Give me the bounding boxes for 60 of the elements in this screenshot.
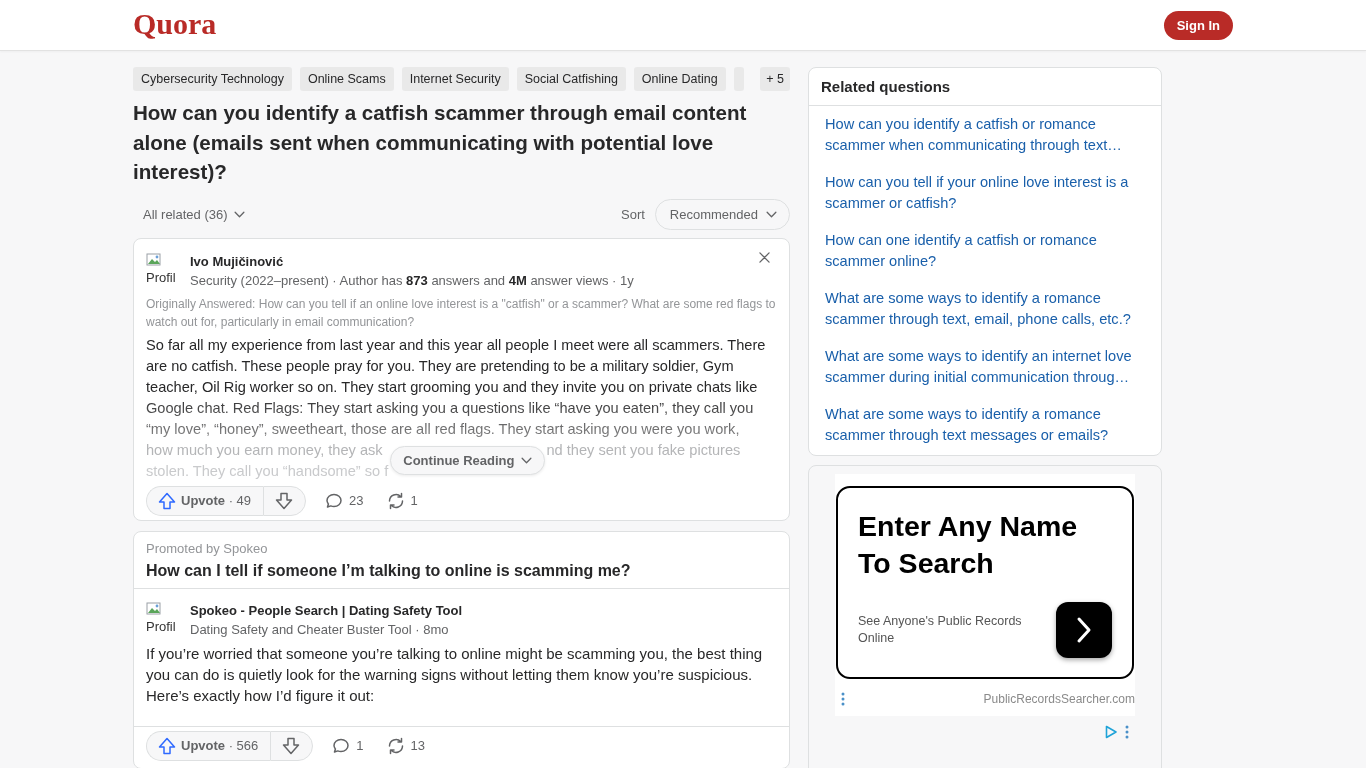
chevron-down-icon bbox=[766, 211, 777, 218]
upvote-arrow-icon bbox=[157, 735, 177, 756]
original-question-note: Originally Answered: How can you tell if an online love interest is a "catfish" or a scammer? What are some red flags to watch out for, particularly in email communication? bbox=[146, 295, 777, 331]
all-related-dropdown[interactable]: All related (36) bbox=[133, 207, 245, 222]
related-questions-heading: Related questions bbox=[809, 68, 1161, 106]
broken-image-icon bbox=[146, 251, 162, 268]
author-tagline: Dating Safety and Cheater Buster Tool · 8mo bbox=[190, 620, 449, 639]
question-title: How can you identify a catfish scammer through email content alone (emails sent when communicating with potential love interest)? bbox=[133, 100, 748, 185]
ad-banner[interactable]: Enter Any Name To Search See Anyone's Public Records Online bbox=[836, 486, 1134, 679]
ad-arrow-button[interactable] bbox=[1056, 602, 1112, 658]
sign-in-button[interactable]: Sign In bbox=[1163, 10, 1233, 40]
site-logo[interactable]: Quora bbox=[133, 9, 217, 39]
play-triangle-icon[interactable] bbox=[1105, 725, 1117, 739]
topic-tag[interactable]: Online Scams bbox=[299, 67, 394, 91]
sort-label: Sort bbox=[621, 207, 645, 222]
downvote-arrow-icon bbox=[281, 735, 302, 756]
author-credential: Security (2022–present) · Author has 873 answers and 4M answer views · 1y bbox=[190, 271, 634, 290]
vertical-dots-icon[interactable] bbox=[841, 692, 845, 706]
upvote-arrow-icon bbox=[157, 490, 177, 511]
upvote-button[interactable]: Upvote · 49 bbox=[146, 485, 264, 516]
downvote-button[interactable] bbox=[263, 485, 307, 516]
continue-reading-button[interactable]: Continue Reading bbox=[390, 446, 545, 475]
related-question-link[interactable]: What are some ways to identify an internet love scammer during initial communication throug… bbox=[809, 338, 1161, 396]
comment-button[interactable]: 1 bbox=[327, 735, 368, 756]
author-name[interactable]: Ivo Mujičinović bbox=[190, 251, 284, 271]
ad-subtext: See Anyone's Public Records Online bbox=[858, 613, 1023, 647]
related-question-link[interactable]: What are some ways to identify a romance scammer through text, email, phone calls, etc.? bbox=[809, 280, 1161, 338]
ad-headline: Enter Any Name To Search bbox=[858, 509, 1079, 581]
related-question-link[interactable]: What are some ways to identify a romance scammer through text messages or emails? bbox=[809, 396, 1161, 454]
ad-domain[interactable]: PublicRecordsSearcher.com bbox=[983, 692, 1135, 706]
author-name[interactable]: Spokeo - People Search | Dating Safety Tool bbox=[190, 600, 463, 620]
topic-tag[interactable]: Social Catfishing bbox=[516, 67, 626, 91]
related-question-link[interactable]: How can one identify a catfish or romance scammer online? bbox=[809, 222, 1161, 280]
related-question-link[interactable]: How can you tell if your online love interest is a scammer or catfish? bbox=[809, 164, 1161, 222]
more-topics-tag[interactable]: + 5 bbox=[760, 67, 790, 91]
topic-tag[interactable]: Cybersecurity Technology bbox=[133, 67, 292, 91]
topic-tag[interactable]: Online Dating bbox=[633, 67, 726, 91]
share-button[interactable]: 1 bbox=[381, 490, 422, 511]
upvote-button[interactable]: Upvote · 566 bbox=[146, 730, 271, 761]
chevron-down-icon bbox=[233, 211, 245, 218]
related-question-link[interactable]: How can you identify a catfish or romance scammer when communicating through text… bbox=[809, 106, 1161, 164]
close-icon[interactable] bbox=[759, 251, 770, 263]
share-button[interactable]: 13 bbox=[381, 735, 429, 756]
chevron-right-icon bbox=[1076, 616, 1092, 644]
faded-answer-text: nd they sent you fake pictures bbox=[546, 440, 742, 460]
avatar-alt-text: Profil bbox=[146, 618, 176, 634]
downvote-button[interactable] bbox=[270, 730, 314, 761]
answer-text: So far all my experience from last year and this year all people I meet were all scammers. There are no catfish. These people pray for you. They are pretending to be a military soldier, Gym teacher, Oil Rig worker so on. They start grooming you and they invite you on private chats like Google chat. Red Flags: They start asking you a questions like “have you eaten”, they call you “my love”, “honey”, sweetheart, those are all red flags. They start asking you were you work, bbox=[146, 335, 767, 439]
promoted-answer-text: If you’re worried that someone you’re talking to online might be scamming you, the best thing you can do is quietly look for the warning signs without letting them know you’re suspicious. Here’s exactly how I’d figure it out: bbox=[146, 643, 764, 706]
vertical-dots-icon[interactable] bbox=[1125, 725, 1129, 739]
downvote-arrow-icon bbox=[274, 490, 295, 511]
chevron-down-icon bbox=[520, 457, 532, 464]
promoted-question[interactable]: How can I tell if someone I’m talking to online is scamming me? bbox=[146, 559, 631, 582]
topic-tag[interactable]: Internet Security bbox=[401, 67, 509, 91]
sort-dropdown[interactable]: Recommended bbox=[654, 199, 790, 230]
broken-image-icon bbox=[146, 600, 162, 617]
faded-answer-text: how much you earn money, they ask bbox=[146, 440, 384, 460]
avatar-alt-text: Profil bbox=[146, 269, 176, 285]
promoted-label: Promoted by Spokeo bbox=[146, 539, 268, 558]
comment-button[interactable]: 23 bbox=[320, 490, 368, 511]
